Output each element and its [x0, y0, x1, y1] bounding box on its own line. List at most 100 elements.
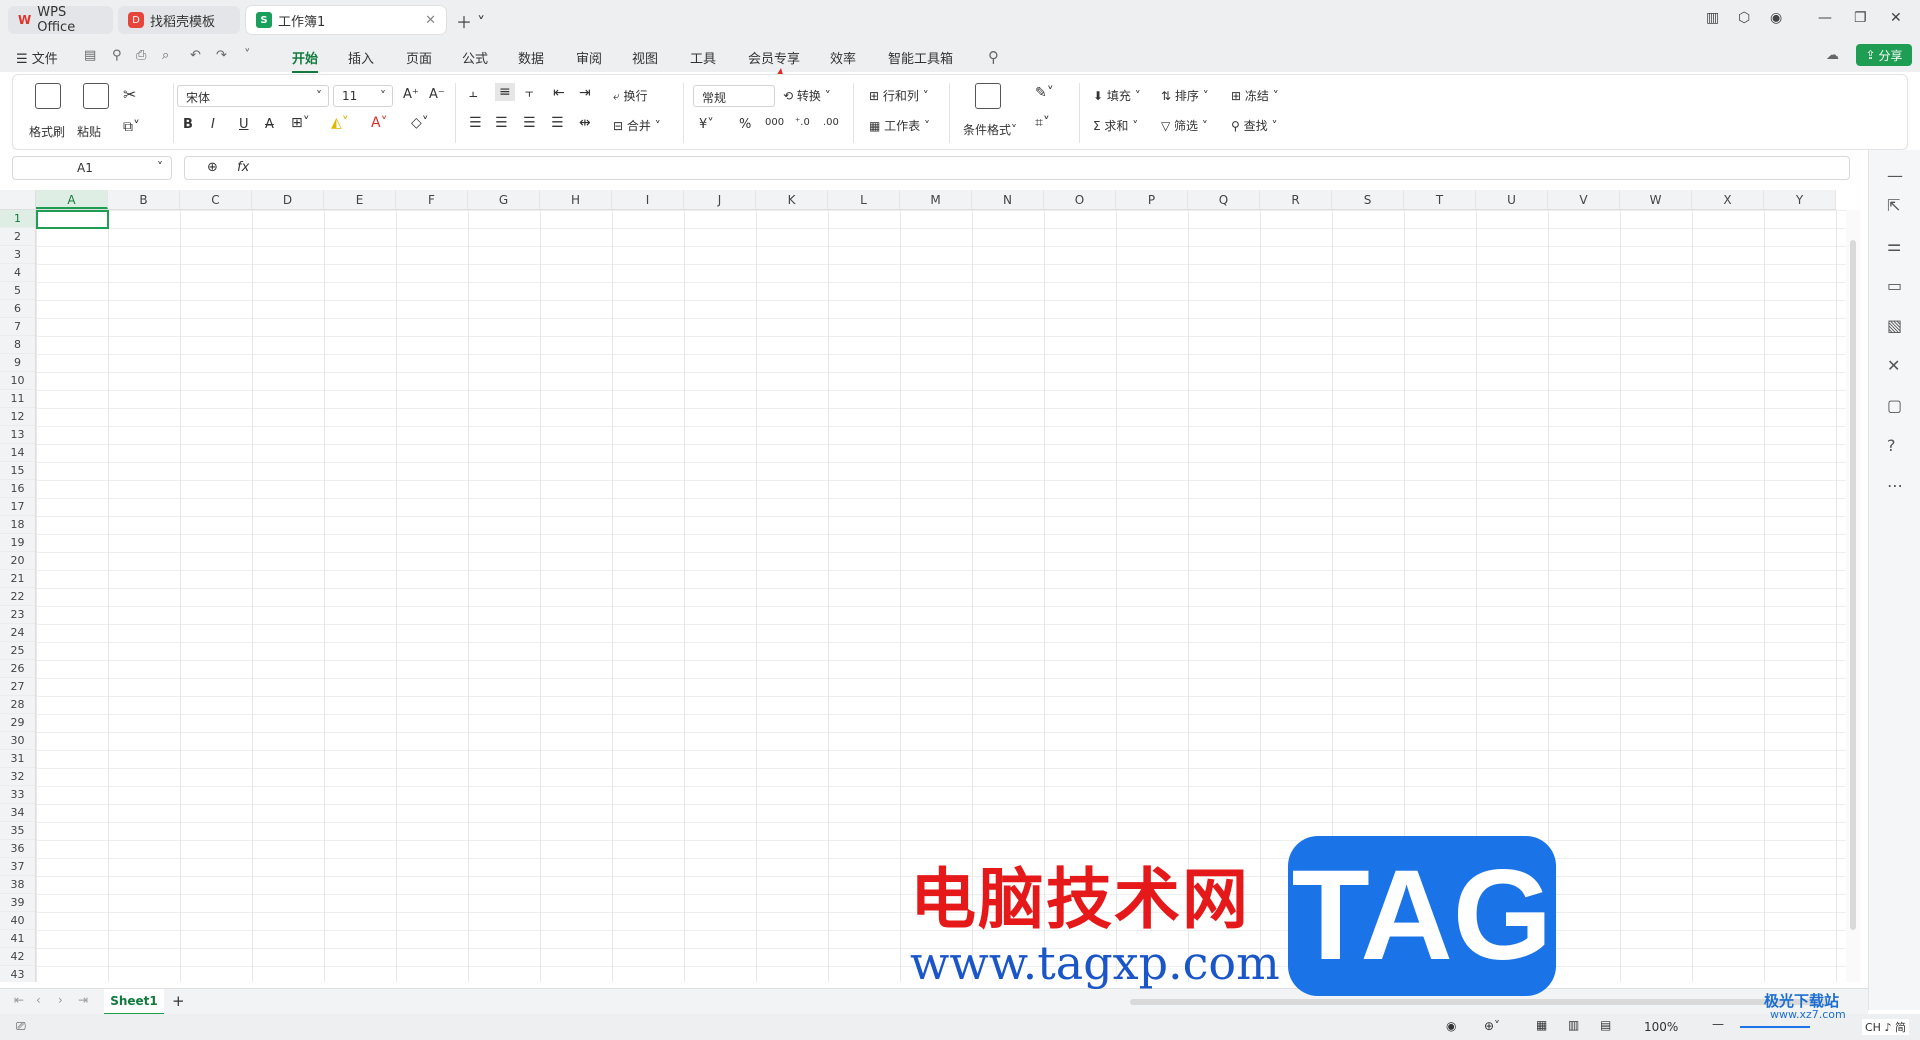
preview-icon[interactable]: ⌕ — [162, 48, 169, 63]
column-header[interactable]: M — [900, 190, 972, 209]
menu-view[interactable]: 视图 — [632, 48, 658, 67]
cell-icon[interactable]: ⌗˅ — [1035, 115, 1050, 131]
row-col-button[interactable]: ⊞ 行和列 ˅ — [869, 87, 929, 104]
row-header[interactable]: 42 — [0, 948, 35, 966]
select-all-corner[interactable] — [0, 190, 36, 210]
first-sheet-icon[interactable]: ⇤ — [14, 993, 24, 1007]
indent-decrease-icon[interactable]: ⇤ — [553, 85, 565, 101]
column-header[interactable]: Y — [1764, 190, 1836, 209]
font-color-icon[interactable]: A˅ — [371, 115, 388, 131]
border-icon[interactable]: ⊞˅ — [291, 115, 310, 131]
column-header[interactable]: O — [1044, 190, 1116, 209]
row-header[interactable]: 15 — [0, 462, 35, 480]
row-header[interactable]: 13 — [0, 426, 35, 444]
row-header[interactable]: 4 — [0, 264, 35, 282]
save-icon[interactable]: ▤ — [84, 48, 96, 63]
column-header[interactable]: R — [1260, 190, 1332, 209]
decimal-increase-icon[interactable]: ⁺.0 — [795, 117, 810, 128]
tab-template[interactable]: D 找稻壳模板 — [118, 6, 240, 34]
conditional-format-button[interactable]: 条件格式˅ — [963, 121, 1017, 138]
eye-icon[interactable]: ◉ — [1446, 1019, 1456, 1033]
align-bottom-icon[interactable]: ⫟ — [525, 85, 533, 101]
column-header[interactable]: T — [1404, 190, 1476, 209]
formula-input[interactable]: ⊕ fx — [184, 156, 1850, 180]
menu-insert[interactable]: 插入 — [348, 48, 374, 67]
column-header[interactable]: A — [36, 190, 108, 209]
menu-formula[interactable]: 公式 — [462, 48, 488, 67]
row-header[interactable]: 22 — [0, 588, 35, 606]
fill-color-icon[interactable]: ◭˅ — [331, 115, 349, 131]
paste-button[interactable]: 粘贴 — [77, 123, 101, 140]
column-header[interactable]: Q — [1188, 190, 1260, 209]
row-header[interactable]: 32 — [0, 768, 35, 786]
row-header[interactable]: 35 — [0, 822, 35, 840]
wrap-button[interactable]: ⤶ 换行 — [613, 87, 648, 104]
redo-icon[interactable]: ↷ — [216, 48, 227, 63]
column-header[interactable]: K — [756, 190, 828, 209]
restore-icon[interactable]: ❐ — [1854, 10, 1867, 26]
sheet-tab[interactable]: Sheet1 — [104, 989, 164, 1015]
font-grow-icon[interactable]: A⁺ — [403, 87, 419, 102]
row-header[interactable]: 20 — [0, 552, 35, 570]
settings-sliders-icon[interactable]: ⚌ — [1887, 236, 1901, 255]
row-header[interactable]: 38 — [0, 876, 35, 894]
distribute-icon[interactable]: ⇹ — [579, 115, 591, 131]
avatar[interactable]: ◉ — [1770, 10, 1782, 26]
collapse-icon[interactable]: — — [1887, 166, 1903, 185]
row-header[interactable]: 24 — [0, 624, 35, 642]
menu-home[interactable]: 开始 — [292, 48, 319, 73]
vertical-scrollbar[interactable] — [1846, 210, 1860, 982]
column-header[interactable]: F — [396, 190, 468, 209]
align-middle-icon[interactable]: ≡ — [495, 83, 515, 101]
cell-style-icon[interactable]: ✎˅ — [1035, 85, 1054, 101]
underline-icon[interactable]: U — [239, 117, 249, 132]
freeze-button[interactable]: ⊞ 冻结 ˅ — [1231, 87, 1279, 104]
row-header[interactable]: 28 — [0, 696, 35, 714]
italic-icon[interactable]: I — [211, 117, 215, 132]
row-header[interactable]: 23 — [0, 606, 35, 624]
column-header[interactable]: H — [540, 190, 612, 209]
column-header[interactable]: L — [828, 190, 900, 209]
sum-button[interactable]: Σ 求和 ˅ — [1093, 117, 1138, 134]
column-header[interactable]: W — [1620, 190, 1692, 209]
row-header[interactable]: 8 — [0, 336, 35, 354]
format-painter-button[interactable]: 格式刷 — [29, 123, 65, 140]
zoom-out-icon[interactable]: — — [1712, 1017, 1724, 1031]
number-format-select[interactable]: 常规 — [693, 85, 775, 107]
layout-icon[interactable]: ▥ — [1706, 10, 1719, 26]
row-header[interactable]: 3 — [0, 246, 35, 264]
copy-icon[interactable]: ⧉˅ — [123, 119, 140, 135]
prev-sheet-icon[interactable]: ‹ — [36, 993, 41, 1007]
print-icon[interactable]: ⎙ — [136, 48, 146, 63]
align-center-icon[interactable]: ☰ — [495, 115, 508, 131]
macro-icon[interactable]: ⎚ — [16, 1019, 26, 1034]
book-icon[interactable]: ▢ — [1887, 396, 1902, 415]
percent-icon[interactable]: % — [739, 117, 751, 132]
row-header[interactable]: 9 — [0, 354, 35, 372]
active-cell[interactable] — [36, 210, 109, 229]
add-sheet-button[interactable]: + — [172, 992, 185, 1010]
currency-icon[interactable]: ¥˅ — [699, 117, 714, 132]
page-break-icon[interactable]: ▤ — [1600, 1018, 1611, 1032]
find-button[interactable]: ⚲ 查找 ˅ — [1231, 117, 1277, 134]
row-header[interactable]: 27 — [0, 678, 35, 696]
column-header[interactable]: D — [252, 190, 324, 209]
decimal-decrease-icon[interactable]: .00 — [823, 117, 839, 128]
row-header[interactable]: 18 — [0, 516, 35, 534]
merge-button[interactable]: ⊟ 合并 ˅ — [613, 117, 661, 134]
row-header[interactable]: 11 — [0, 390, 35, 408]
page-layout-icon[interactable]: ▥ — [1568, 1018, 1579, 1032]
menu-page[interactable]: 页面 — [406, 48, 432, 67]
normal-view-icon[interactable]: ▦ — [1536, 1018, 1547, 1032]
cut-icon[interactable]: ✂ — [123, 85, 136, 104]
tab-wps-office[interactable]: W WPS Office — [8, 5, 113, 35]
row-header[interactable]: 2 — [0, 228, 35, 246]
column-header[interactable]: P — [1116, 190, 1188, 209]
close-tab-icon[interactable]: ✕ — [425, 13, 436, 28]
strikethrough-icon[interactable]: A — [265, 117, 274, 132]
chart-icon[interactable]: ▧ — [1887, 316, 1902, 335]
row-header[interactable]: 6 — [0, 300, 35, 318]
tools-icon[interactable]: ✕ — [1887, 356, 1900, 375]
next-sheet-icon[interactable]: › — [58, 993, 63, 1007]
align-left-icon[interactable]: ☰ — [469, 115, 482, 131]
